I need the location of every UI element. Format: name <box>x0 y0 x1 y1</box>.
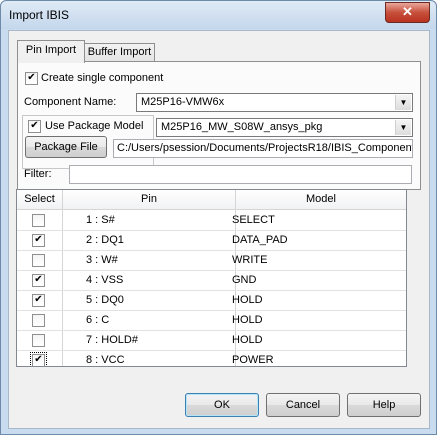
pin-select-checkbox[interactable]: ✔ <box>32 274 45 287</box>
pin-select-checkbox[interactable]: ✔ <box>30 352 47 366</box>
table-row[interactable]: 1 : S# SELECT <box>17 210 406 231</box>
pin-cell: 4 : VSS <box>86 274 124 286</box>
chevron-down-icon: ▼ <box>395 95 411 110</box>
tab-pin-import-label: Pin Import <box>25 44 77 56</box>
package-file-path: C:/Users/psession/Documents/ProjectsR18/… <box>117 142 413 154</box>
column-header-select[interactable]: Select <box>17 193 62 205</box>
package-model-value: M25P16_MW_S08W_ansys_pkg <box>161 121 323 133</box>
component-name-label: Component Name: <box>24 96 117 108</box>
check-icon: ✔ <box>34 354 43 365</box>
package-file-path-field[interactable]: C:/Users/psession/Documents/ProjectsR18/… <box>113 139 413 158</box>
component-name-dropdown[interactable]: M25P16-VMW6x ▼ <box>136 93 413 112</box>
pin-cell: 1 : S# <box>86 214 115 226</box>
pin-cell: 7 : HOLD# <box>86 334 138 346</box>
model-cell: HOLD <box>232 314 263 326</box>
close-button[interactable]: ✕ <box>385 2 430 23</box>
check-icon: ✔ <box>27 72 36 83</box>
tab-pin-import[interactable]: Pin Import <box>17 40 85 63</box>
help-button-label: Help <box>372 399 396 411</box>
tab-buffer-import[interactable]: Buffer Import <box>84 43 155 62</box>
pin-select-checkbox[interactable] <box>32 314 45 327</box>
column-header-pin[interactable]: Pin <box>63 193 235 205</box>
model-cell: HOLD <box>232 334 263 346</box>
ok-button-label: OK <box>214 399 230 411</box>
table-row[interactable]: 6 : C HOLD <box>17 310 406 331</box>
component-name-value: M25P16-VMW6x <box>141 96 225 108</box>
pin-select-checkbox[interactable]: ✔ <box>32 234 45 247</box>
window-title: Import IBIS <box>9 8 70 22</box>
table-header: Select Pin Model <box>17 190 406 210</box>
model-cell: SELECT <box>232 214 275 226</box>
model-cell: DATA_PAD <box>232 234 288 246</box>
pin-select-checkbox[interactable] <box>32 214 45 227</box>
package-model-dropdown[interactable]: M25P16_MW_S08W_ansys_pkg ▼ <box>156 118 413 137</box>
table-row[interactable]: ✔ 4 : VSS GND <box>17 270 406 291</box>
package-file-button[interactable]: Package File <box>25 136 107 158</box>
table-row[interactable]: ✔ 8 : VCC POWER <box>17 350 406 366</box>
model-cell: HOLD <box>232 294 263 306</box>
chevron-down-icon: ▼ <box>395 120 411 135</box>
pin-cell: 8 : VCC <box>86 354 125 366</box>
filter-input[interactable] <box>69 165 412 184</box>
cancel-button-label: Cancel <box>285 399 321 411</box>
table-row[interactable]: 3 : W# WRITE <box>17 250 406 271</box>
table-row[interactable]: ✔ 5 : DQ0 HOLD <box>17 290 406 311</box>
create-single-component-label: Create single component <box>41 72 164 84</box>
dialog-window: Import IBIS ✕ Pin Import Buffer Import ✔… <box>0 0 437 435</box>
pin-cell: 2 : DQ1 <box>86 234 124 246</box>
use-package-model-checkbox[interactable]: ✔ <box>28 120 41 133</box>
pin-cell: 5 : DQ0 <box>86 294 124 306</box>
filter-label: Filter: <box>24 168 52 180</box>
pin-select-checkbox[interactable] <box>32 254 45 267</box>
help-button[interactable]: Help <box>347 393 421 417</box>
table-row[interactable]: 7 : HOLD# HOLD <box>17 330 406 351</box>
pin-cell: 6 : C <box>86 314 110 326</box>
column-header-model[interactable]: Model <box>236 193 406 205</box>
model-cell: POWER <box>232 354 274 366</box>
model-cell: GND <box>232 274 257 286</box>
pin-cell: 3 : W# <box>86 254 118 266</box>
table-row[interactable]: ✔ 2 : DQ1 DATA_PAD <box>17 230 406 251</box>
tab-buffer-import-label: Buffer Import <box>87 46 152 58</box>
pin-select-checkbox[interactable] <box>32 334 45 347</box>
create-single-component-checkbox[interactable]: ✔ <box>25 72 38 85</box>
close-icon: ✕ <box>402 4 413 19</box>
check-icon: ✔ <box>34 274 43 285</box>
ok-button[interactable]: OK <box>185 393 259 417</box>
pin-table: Select Pin Model 1 : S# SELECT ✔ 2 : DQ1… <box>16 189 407 367</box>
pin-select-checkbox[interactable]: ✔ <box>32 294 45 307</box>
package-file-button-label: Package File <box>34 141 98 153</box>
check-icon: ✔ <box>34 234 43 245</box>
model-cell: WRITE <box>232 254 268 266</box>
title-bar[interactable]: Import IBIS ✕ <box>1 1 436 29</box>
check-icon: ✔ <box>30 120 39 131</box>
use-package-model-label: Use Package Model <box>45 120 144 132</box>
check-icon: ✔ <box>34 294 43 305</box>
cancel-button[interactable]: Cancel <box>266 393 340 417</box>
